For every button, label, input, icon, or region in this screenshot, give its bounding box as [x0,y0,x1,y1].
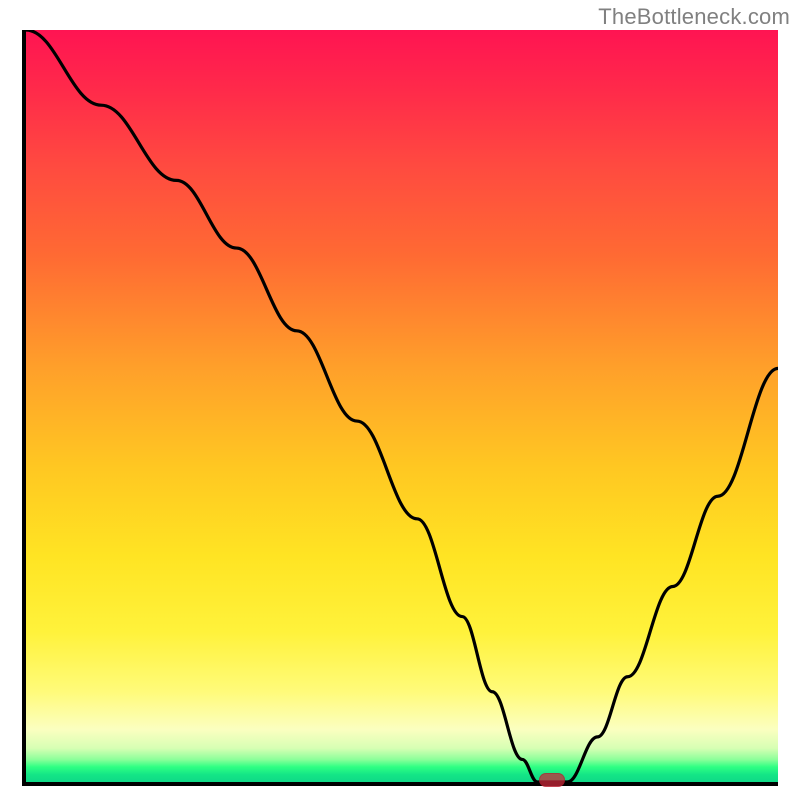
bottleneck-curve-px [26,30,778,782]
watermark-text: TheBottleneck.com [598,4,790,30]
bottleneck-marker [539,773,565,787]
chart-plot-area [22,30,778,786]
curve-path [26,30,778,782]
